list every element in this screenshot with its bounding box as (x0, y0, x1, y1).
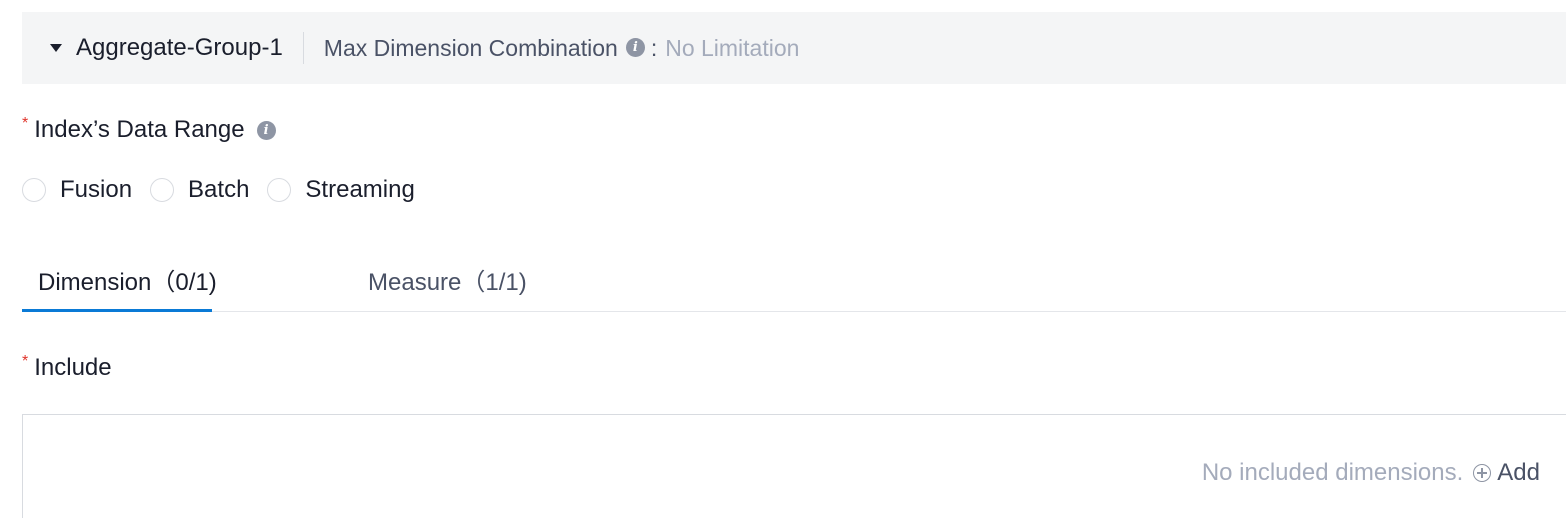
caret-down-icon[interactable] (50, 44, 62, 52)
label-separator: : (650, 34, 658, 61)
include-label-text: Include (34, 354, 112, 381)
aggregate-group-header: Aggregate-Group-1 Max Dimension Combinat… (22, 12, 1566, 84)
add-dimension-button[interactable]: Add (1473, 459, 1540, 487)
radio-streaming[interactable]: Streaming (267, 176, 415, 204)
info-icon[interactable]: i (256, 120, 276, 140)
data-range-radio-group: Fusion Batch Streaming (22, 176, 433, 204)
included-dimensions-box: No included dimensions. Add (22, 414, 1566, 518)
max-dimension-value[interactable]: No Limitation (665, 35, 799, 62)
group-name[interactable]: Aggregate-Group-1 (76, 34, 283, 62)
include-label: * Include (22, 353, 112, 382)
radio-batch[interactable]: Batch (150, 176, 249, 204)
radio-circle[interactable] (22, 178, 46, 202)
radio-label[interactable]: Fusion (60, 176, 132, 204)
aggregate-group-editor: Aggregate-Group-1 Max Dimension Combinat… (0, 0, 1566, 518)
data-range-label: * Index’s Data Range i (22, 115, 276, 144)
add-label[interactable]: Add (1497, 459, 1540, 487)
max-dimension-label: Max Dimension Combination i (324, 35, 645, 62)
data-range-label-text: Index’s Data Range (34, 116, 245, 143)
radio-label[interactable]: Batch (188, 176, 249, 204)
radio-circle[interactable] (150, 178, 175, 202)
radio-circle[interactable] (267, 178, 292, 202)
tab-bar: Dimension（0/1) Measure（1/1) (22, 250, 1566, 312)
tab-dimension[interactable]: Dimension（0/1) (38, 262, 217, 297)
header-divider (302, 32, 304, 64)
required-mark: * (22, 115, 29, 132)
radio-fusion[interactable]: Fusion (22, 176, 132, 204)
tab-measure[interactable]: Measure（1/1) (368, 262, 527, 297)
info-icon[interactable]: i (625, 37, 645, 57)
active-tab-indicator (22, 309, 212, 312)
plus-circle-icon[interactable] (1473, 464, 1492, 482)
max-dimension-label-text: Max Dimension Combination (323, 34, 618, 61)
empty-state-text: No included dimensions. (1201, 459, 1464, 486)
radio-label[interactable]: Streaming (305, 176, 414, 204)
required-mark: * (22, 353, 29, 370)
empty-state: No included dimensions. Add (1202, 459, 1540, 487)
